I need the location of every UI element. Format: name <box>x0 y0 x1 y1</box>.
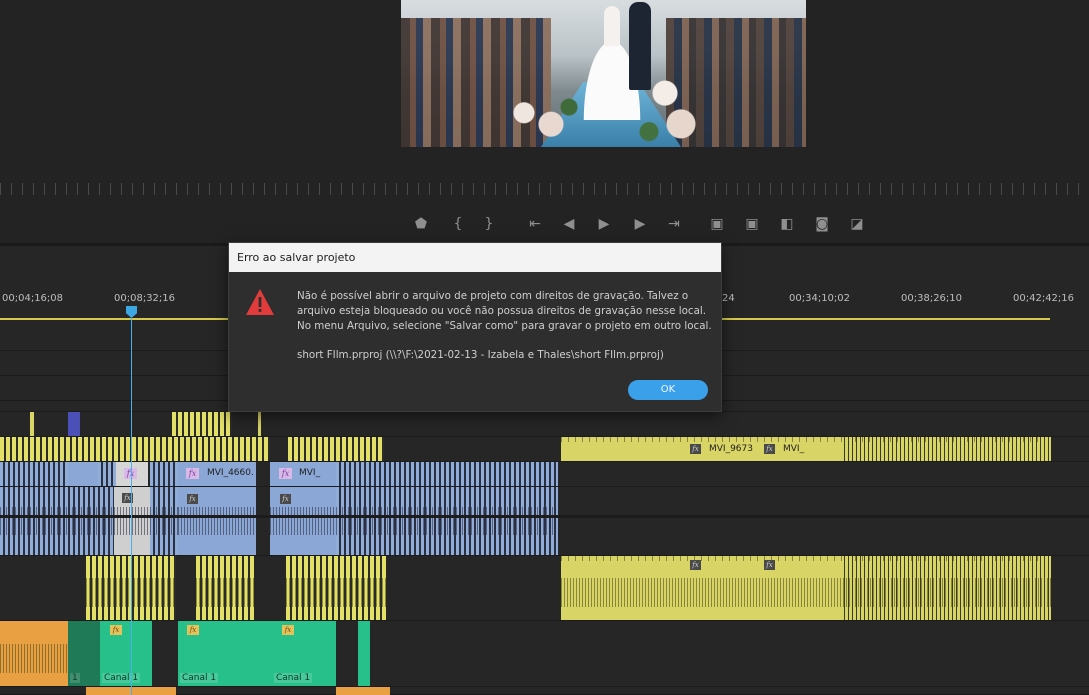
clip[interactable] <box>336 462 558 486</box>
error-dialog: Erro ao salvar projeto Não é possível ab… <box>228 242 722 412</box>
audio-clip[interactable]: fx Canal 1 <box>178 621 272 686</box>
fx-badge[interactable]: fx <box>186 468 199 479</box>
transport-controls: ⬟ { } ⇤ ◀ ▶ ▶ ⇥ ▣ ▣ ◧ ◙ ◪ <box>0 210 1089 238</box>
track-a2[interactable]: fx fx <box>0 556 1089 621</box>
step-forward-icon[interactable]: ▶ <box>627 210 653 238</box>
audio-clip[interactable]: fx <box>178 487 256 555</box>
track-v3[interactable] <box>0 412 1089 437</box>
preview-groom <box>629 2 651 90</box>
extract-icon[interactable]: ▣ <box>739 210 765 238</box>
project-path: short FIlm.prproj (\\?\F:\2021-02-13 - I… <box>297 349 664 361</box>
clip-label: MVI_ <box>783 444 805 454</box>
clip[interactable] <box>98 462 116 486</box>
video-preview[interactable] <box>401 0 806 147</box>
mark-in-icon[interactable]: { <box>445 210 471 238</box>
warning-icon <box>246 289 274 315</box>
fx-badge[interactable]: fx <box>690 444 701 454</box>
clip[interactable] <box>258 412 261 436</box>
audio-clip[interactable]: fx Canal 1 <box>100 621 152 686</box>
clip[interactable] <box>0 462 68 486</box>
audio-clip-selected[interactable]: fx <box>114 487 150 555</box>
fx-badge[interactable]: fx <box>280 494 291 504</box>
fx-badge[interactable]: fx <box>282 625 294 635</box>
program-monitor: ⬟ { } ⇤ ◀ ▶ ▶ ⇥ ▣ ▣ ◧ ◙ ◪ <box>0 0 1089 243</box>
audio-clip[interactable]: fx Canal 1 <box>272 621 336 686</box>
audio-clip[interactable]: 1 <box>68 621 100 686</box>
playhead-handle[interactable] <box>126 306 137 318</box>
audio-clip[interactable] <box>0 487 114 555</box>
fx-badge[interactable]: fx <box>764 560 775 570</box>
dialog-message: Não é possível abrir o arquivo de projet… <box>297 289 712 334</box>
timecode-label: 00;42;42;16 <box>1013 293 1075 304</box>
mark-out-icon[interactable]: } <box>476 210 502 238</box>
clip[interactable] <box>172 412 232 436</box>
clip[interactable] <box>0 437 270 461</box>
timecode-label: 00;34;10;02 <box>789 293 851 304</box>
clip-cuts <box>841 437 1051 461</box>
add-marker-icon[interactable]: ⬟ <box>408 210 434 238</box>
audio-clip[interactable]: fx <box>270 487 336 555</box>
clip[interactable] <box>150 462 178 486</box>
track-separator <box>0 515 1089 518</box>
audio-clip[interactable] <box>336 487 558 555</box>
step-back-icon[interactable]: ◀ <box>556 210 582 238</box>
clip[interactable] <box>30 412 34 436</box>
clip[interactable] <box>288 437 384 461</box>
fx-badge[interactable]: fx <box>764 444 775 454</box>
message-line: Não é possível abrir o arquivo de projet… <box>297 290 689 302</box>
play-icon[interactable]: ▶ <box>591 210 617 238</box>
clip[interactable] <box>68 412 80 436</box>
channel-label: Canal 1 <box>180 673 219 683</box>
playhead-line[interactable] <box>131 318 132 695</box>
clip-label: MVI_4660. <box>207 468 254 478</box>
audio-clip[interactable] <box>286 556 386 620</box>
compare-icon[interactable]: ◪ <box>844 210 870 238</box>
clip-cuts <box>841 556 1051 620</box>
preview-bride <box>604 6 620 46</box>
fx-badge[interactable]: fx <box>690 560 701 570</box>
timecode-label: 00;04;16;08 <box>2 293 64 304</box>
fx-badge[interactable]: fx <box>187 625 199 635</box>
lift-icon[interactable]: ▣ <box>704 210 730 238</box>
audio-clip[interactable] <box>196 556 254 620</box>
track-v1[interactable]: fx fx MVI_4660. fx MVI_ <box>0 462 1089 487</box>
insert-icon[interactable]: ◧ <box>774 210 800 238</box>
audio-clip[interactable] <box>358 621 370 686</box>
clip-label: MVI_9673 <box>709 444 753 454</box>
timecode-label: 00;38;26;10 <box>901 293 963 304</box>
ok-button[interactable]: OK <box>628 380 708 400</box>
clip[interactable]: fx MVI_4660. <box>178 462 256 486</box>
channel-label: Canal 1 <box>102 673 141 683</box>
fx-badge[interactable]: fx <box>279 468 292 479</box>
message-line: No menu Arquivo, selecione "Salvar como"… <box>297 320 712 332</box>
track-a1[interactable]: fx fx fx <box>0 487 1089 556</box>
fx-badge[interactable]: fx <box>110 625 122 635</box>
audio-clip[interactable] <box>150 487 178 555</box>
clip-label: MVI_ <box>299 468 321 478</box>
audio-clip[interactable] <box>0 621 68 686</box>
clip-selected[interactable]: fx <box>116 462 148 486</box>
clip[interactable] <box>68 462 98 486</box>
audio-clip[interactable] <box>336 687 390 695</box>
export-frame-icon[interactable]: ◙ <box>809 210 835 238</box>
track-a3[interactable]: 1 fx Canal 1 fx Canal 1 fx Canal 1 <box>0 621 1089 687</box>
timecode-label: 24 <box>722 293 735 304</box>
go-to-in-icon[interactable]: ⇤ <box>522 210 548 238</box>
channel-label: 1 <box>70 673 80 683</box>
monitor-time-ruler[interactable] <box>0 183 1089 195</box>
dialog-title: Erro ao salvar projeto <box>229 243 721 272</box>
track-v2[interactable]: fx MVI_9673 fx MVI_ <box>0 437 1089 462</box>
fx-badge[interactable]: fx <box>187 494 198 504</box>
timecode-label: 00;08;32;16 <box>114 293 176 304</box>
clip[interactable]: fx MVI_ <box>270 462 336 486</box>
preview-flowers-left <box>497 90 587 147</box>
go-to-out-icon[interactable]: ⇥ <box>661 210 687 238</box>
message-line: arquivo esteja bloqueado ou você não pos… <box>297 305 707 317</box>
audio-clip[interactable]: fx fx <box>561 556 1051 620</box>
channel-label: Canal 1 <box>274 673 313 683</box>
clip[interactable]: fx MVI_9673 fx MVI_ <box>561 437 1051 461</box>
track-a4[interactable] <box>0 687 1089 695</box>
